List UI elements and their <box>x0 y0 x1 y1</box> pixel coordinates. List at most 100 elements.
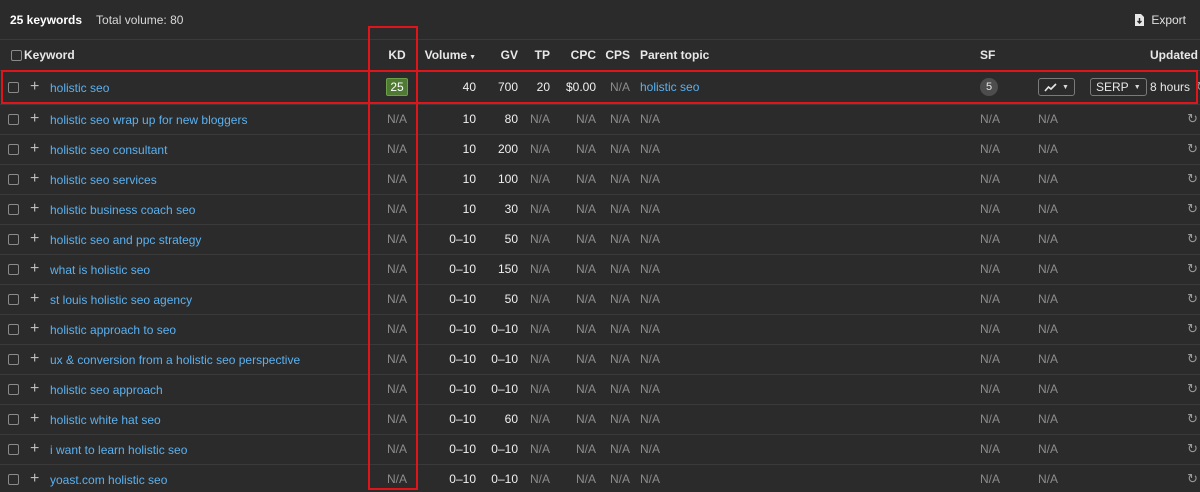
keyword-link[interactable]: holistic business coach seo <box>50 202 195 216</box>
row-checkbox[interactable] <box>8 474 19 486</box>
keyword-link[interactable]: i want to learn holistic seo <box>50 442 187 456</box>
column-gv[interactable]: GV <box>476 40 518 71</box>
refresh-icon[interactable]: ↻ <box>1187 231 1198 247</box>
volume-cell: 0–10 <box>449 412 476 426</box>
refresh-icon[interactable]: ↻ <box>1187 351 1198 367</box>
keyword-link[interactable]: holistic approach to seo <box>50 322 176 336</box>
row-checkbox[interactable] <box>8 144 19 156</box>
add-to-list-icon[interactable]: + <box>30 321 42 337</box>
parent-topic-link[interactable]: holistic seo <box>640 80 699 94</box>
column-kd[interactable]: KD <box>370 40 424 71</box>
keyword-link[interactable]: holistic seo and ppc strategy <box>50 232 201 246</box>
refresh-icon[interactable]: ↻ <box>1187 201 1198 217</box>
keyword-link[interactable]: holistic seo services <box>50 172 157 186</box>
keyword-link[interactable]: holistic seo approach <box>50 382 163 396</box>
serp-dropdown[interactable]: SERP ▼ <box>1090 78 1147 96</box>
keyword-link[interactable]: what is holistic seo <box>50 262 150 276</box>
serp-cell <box>1090 284 1150 314</box>
trend-cell: N/A <box>1038 172 1059 186</box>
table-row: + holistic seo 25 40 700 20 $0.00 N/A hol… <box>0 70 1200 104</box>
trend-cell: N/A <box>1038 262 1059 276</box>
row-checkbox-cell <box>0 254 24 284</box>
keyword-link[interactable]: st louis holistic seo agency <box>50 292 192 306</box>
row-checkbox-cell <box>0 134 24 164</box>
table-body: + holistic seo 25 40 700 20 $0.00 N/A hol… <box>0 70 1200 492</box>
add-to-list-icon[interactable]: + <box>30 111 42 127</box>
select-all-checkbox[interactable] <box>10 50 22 62</box>
trend-dropdown[interactable]: ▼ <box>1038 78 1075 96</box>
cps-cell: N/A <box>609 472 630 486</box>
keyword-link[interactable]: holistic seo <box>50 80 109 94</box>
kd-cell: N/A <box>386 322 407 336</box>
refresh-icon[interactable]: ↻ <box>1187 441 1198 457</box>
keyword-link[interactable]: yoast.com holistic seo <box>50 472 167 486</box>
add-to-list-icon[interactable]: + <box>30 261 42 277</box>
updated-cell: ↻ <box>1150 134 1200 164</box>
volume-cell: 10 <box>462 172 476 186</box>
row-checkbox[interactable] <box>8 444 19 456</box>
row-checkbox[interactable] <box>8 294 19 306</box>
keyword-link[interactable]: holistic white hat seo <box>50 412 161 426</box>
add-to-list-icon[interactable]: + <box>30 79 42 95</box>
add-to-list-icon[interactable]: + <box>30 411 42 427</box>
serp-cell <box>1090 344 1150 374</box>
row-checkbox[interactable] <box>8 354 19 366</box>
column-sf[interactable]: SF <box>980 40 1038 71</box>
row-checkbox[interactable] <box>8 234 19 246</box>
column-cpc[interactable]: CPC <box>550 40 596 71</box>
refresh-icon[interactable]: ↻ <box>1187 111 1198 127</box>
row-checkbox-cell <box>0 314 24 344</box>
refresh-icon[interactable]: ↻ <box>1187 141 1198 157</box>
refresh-icon[interactable]: ↻ <box>1196 79 1200 95</box>
updated-cell: ↻ <box>1150 464 1200 492</box>
sf-cell: 5 <box>980 70 1038 104</box>
cps-cell: N/A <box>609 202 630 216</box>
keyword-link[interactable]: holistic seo wrap up for new bloggers <box>50 112 247 126</box>
row-checkbox[interactable] <box>8 82 19 94</box>
column-updated[interactable]: Updated <box>1150 40 1200 71</box>
add-to-list-icon[interactable]: + <box>30 381 42 397</box>
keyword-link[interactable]: ux & conversion from a holistic seo pers… <box>50 352 300 366</box>
cps-cell: N/A <box>609 322 630 336</box>
row-checkbox[interactable] <box>8 384 19 396</box>
refresh-icon[interactable]: ↻ <box>1187 261 1198 277</box>
sf-count-badge[interactable]: 5 <box>980 78 998 96</box>
row-checkbox[interactable] <box>8 414 19 426</box>
column-keyword[interactable]: Keyword <box>24 40 370 71</box>
refresh-icon[interactable]: ↻ <box>1187 381 1198 397</box>
add-to-list-icon[interactable]: + <box>30 291 42 307</box>
table-row: + holistic white hat seo N/A 0–10 60 N/A N/A N/… <box>0 404 1200 434</box>
row-checkbox[interactable] <box>8 204 19 216</box>
add-to-list-icon[interactable]: + <box>30 171 42 187</box>
tp-cell: N/A <box>529 442 550 456</box>
parent-topic-cell: N/A <box>640 472 661 486</box>
export-button[interactable]: Export <box>1128 9 1192 31</box>
add-to-list-icon[interactable]: + <box>30 231 42 247</box>
row-checkbox[interactable] <box>8 174 19 186</box>
cpc-cell: N/A <box>575 232 596 246</box>
column-tp[interactable]: TP <box>518 40 550 71</box>
refresh-icon[interactable]: ↻ <box>1187 471 1198 487</box>
add-to-list-icon[interactable]: + <box>30 141 42 157</box>
keyword-count: 25 keywords <box>10 12 83 27</box>
refresh-icon[interactable]: ↻ <box>1187 411 1198 427</box>
row-checkbox[interactable] <box>8 264 19 276</box>
column-cps[interactable]: CPS <box>596 40 630 71</box>
cps-cell: N/A <box>609 142 630 156</box>
add-to-list-icon[interactable]: + <box>30 201 42 217</box>
refresh-icon[interactable]: ↻ <box>1187 321 1198 337</box>
refresh-icon[interactable]: ↻ <box>1187 291 1198 307</box>
add-to-list-icon[interactable]: + <box>30 471 42 487</box>
cpc-cell: N/A <box>575 382 596 396</box>
add-to-list-icon[interactable]: + <box>30 441 42 457</box>
tp-cell: N/A <box>529 142 550 156</box>
sf-cell: N/A <box>980 412 1001 426</box>
row-checkbox[interactable] <box>8 114 19 126</box>
keyword-link[interactable]: holistic seo consultant <box>50 142 167 156</box>
add-to-list-icon[interactable]: + <box>30 351 42 367</box>
column-parent-topic[interactable]: Parent topic <box>630 40 980 71</box>
refresh-icon[interactable]: ↻ <box>1187 171 1198 187</box>
column-volume[interactable]: Volume ▼ <box>424 40 476 71</box>
row-checkbox[interactable] <box>8 324 19 336</box>
updated-cell: ↻ <box>1150 104 1200 134</box>
